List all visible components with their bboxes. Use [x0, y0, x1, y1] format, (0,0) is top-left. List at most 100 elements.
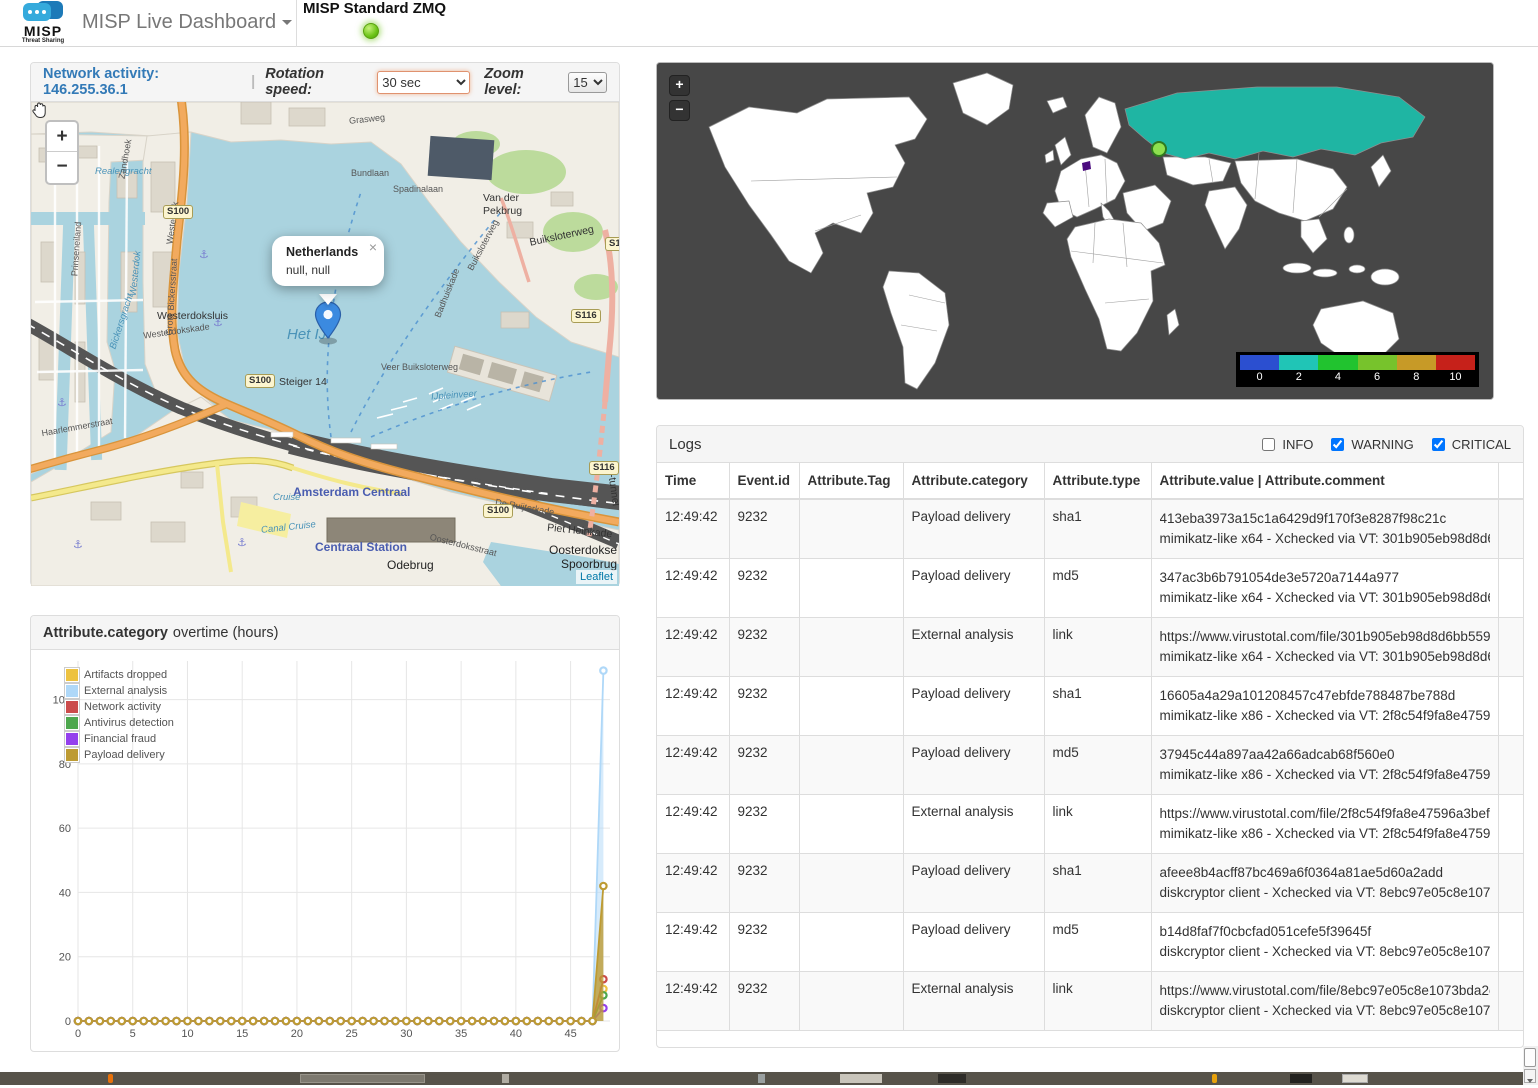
attribute-comment: mimikatz-like x64 - Xchecked via VT: 301… — [1160, 647, 1490, 667]
scale-swatch — [1318, 355, 1357, 370]
legend-swatch — [64, 667, 80, 683]
svg-text:40: 40 — [59, 887, 71, 899]
leaflet-map[interactable]: ⚓⚓ ⚓⚓⚓ + − GraswegBundlaanSpadinalaanVan… — [31, 102, 619, 586]
map-zoom-in-button[interactable]: + — [47, 122, 77, 152]
svg-text:20: 20 — [59, 952, 71, 964]
scale-swatch — [1436, 355, 1475, 370]
rotation-speed-select[interactable]: 30 sec — [377, 71, 470, 94]
filter-critical[interactable]: CRITICAL — [1428, 435, 1511, 454]
log-extra-cell — [1498, 618, 1523, 677]
world-zoom-in-button[interactable]: + — [669, 75, 690, 96]
misp-logo[interactable]: MISP Threat Sharing — [14, 1, 72, 44]
popup-close-icon[interactable]: × — [369, 239, 377, 255]
log-cell — [799, 736, 903, 795]
log-cell: sha1 — [1044, 499, 1151, 559]
log-extra-cell — [1498, 913, 1523, 972]
log-value-cell: https://www.virustotal.com/file/301b905e… — [1151, 618, 1498, 677]
attribute-value: b14d8faf7f0cbcfad051cefe5f39645f — [1160, 922, 1490, 942]
column-header: Attribute.Tag — [799, 463, 903, 499]
svg-text:30: 30 — [400, 1028, 412, 1040]
filter-checkbox-info[interactable] — [1262, 438, 1275, 451]
hand-cursor-icon — [31, 102, 47, 120]
scrollbar-thumb[interactable] — [1524, 1048, 1536, 1067]
world-zoom-out-button[interactable]: − — [669, 100, 690, 121]
log-cell: External analysis — [903, 795, 1044, 854]
world-map-color-scale: 0246810 — [1236, 352, 1479, 387]
road-ref-badge: S116 — [589, 461, 619, 475]
log-cell: Payload delivery — [903, 854, 1044, 913]
log-cell — [799, 618, 903, 677]
svg-text:60: 60 — [59, 823, 71, 835]
column-header: Attribute.value | Attribute.comment — [1151, 463, 1498, 499]
taskbar-icon — [758, 1074, 765, 1083]
filter-checkbox-warning[interactable] — [1331, 438, 1344, 451]
log-cell: md5 — [1044, 913, 1151, 972]
log-cell: md5 — [1044, 736, 1151, 795]
legend-label: External analysis — [84, 685, 167, 697]
filter-warning[interactable]: WARNING — [1327, 435, 1413, 454]
logs-title: Logs — [669, 436, 702, 453]
log-row: 12:49:429232External analysislinkhttps:/… — [657, 618, 1523, 677]
logs-panel-header: Logs INFO WARNING CRITICAL — [657, 426, 1523, 463]
log-extra-cell — [1498, 677, 1523, 736]
taskbar-window — [1342, 1074, 1368, 1083]
filter-checkbox-critical[interactable] — [1432, 438, 1445, 451]
legend-label: Financial fraud — [84, 733, 156, 745]
navbar-divider — [296, 0, 297, 47]
log-cell — [799, 972, 903, 1031]
column-header: Attribute.type — [1044, 463, 1151, 499]
attribute-value: 347ac3b6b791054de3e5720a7144a977 — [1160, 568, 1490, 588]
network-activity-link[interactable]: Network activity: 146.255.36.1 — [43, 66, 241, 98]
log-cell — [799, 559, 903, 618]
log-cell: sha1 — [1044, 677, 1151, 736]
attribute-comment: mimikatz-like x64 - Xchecked via VT: 301… — [1160, 588, 1490, 608]
attribute-value: 16605a4a29a101208457c47ebfde788487be788d — [1160, 686, 1490, 706]
scale-tick: 4 — [1318, 370, 1357, 385]
world-map-event-marker — [1152, 142, 1166, 156]
misp-chat-bubbles-icon — [23, 1, 63, 25]
column-header: Time — [657, 463, 729, 499]
attribute-value: 413eba3973a15c1a6429d9f170f3e8287f98c21c — [1160, 509, 1490, 529]
log-cell: sha1 — [1044, 854, 1151, 913]
scrollbar-down-arrow[interactable] — [1524, 1069, 1536, 1083]
attribute-value: https://www.virustotal.com/file/2f8c54f9… — [1160, 804, 1490, 824]
chart-legend: Artifacts dropped External analysis Networ… — [64, 667, 174, 763]
taskbar-window — [938, 1074, 966, 1083]
svg-text:⚓: ⚓ — [199, 248, 209, 261]
network-activity-panel: Network activity: 146.255.36.1 | Rotatio… — [30, 62, 620, 586]
svg-text:45: 45 — [564, 1028, 576, 1040]
scale-swatch — [1279, 355, 1318, 370]
column-header: Event.id — [729, 463, 799, 499]
log-row: 12:49:429232External analysislinkhttps:/… — [657, 795, 1523, 854]
map-zoom-out-button[interactable]: − — [47, 152, 77, 181]
log-level-filters: INFO WARNING CRITICAL — [1258, 435, 1511, 454]
dashboard-title-dropdown[interactable]: MISP Live Dashboard — [82, 11, 292, 34]
zoom-level-select[interactable]: 15 — [568, 72, 607, 93]
log-extra-cell — [1498, 795, 1523, 854]
legend-swatch — [64, 731, 80, 747]
attribute-comment: mimikatz-like x86 - Xchecked via VT: 2f8… — [1160, 824, 1490, 844]
taskbar-strip — [0, 1072, 1538, 1085]
world-map-panel[interactable]: + − 0246810 — [656, 62, 1494, 400]
log-cell: Payload delivery — [903, 677, 1044, 736]
log-cell — [799, 795, 903, 854]
filter-info[interactable]: INFO — [1258, 435, 1313, 454]
attribute-comment: diskcryptor client - Xchecked via VT: 8e… — [1160, 883, 1490, 903]
log-cell — [799, 854, 903, 913]
map-marker-icon[interactable] — [311, 300, 345, 346]
taskbar-window — [1290, 1074, 1312, 1083]
legend-label: Artifacts dropped — [84, 669, 167, 681]
zoom-level-label: Zoom level: — [484, 66, 562, 98]
road-ref-badge: S11 — [605, 237, 619, 251]
scale-tick: 2 — [1279, 370, 1318, 385]
svg-text:⚓: ⚓ — [57, 396, 67, 409]
log-cell: link — [1044, 618, 1151, 677]
legend-swatch — [64, 699, 80, 715]
log-cell: External analysis — [903, 972, 1044, 1031]
leaflet-attribution-link[interactable]: Leaflet — [576, 570, 617, 584]
log-cell: 12:49:42 — [657, 618, 729, 677]
page-scrollbar[interactable] — [1523, 1046, 1538, 1085]
world-map-graphics — [657, 63, 1493, 399]
legend-label: Network activity — [84, 701, 161, 713]
log-cell: 9232 — [729, 499, 799, 559]
